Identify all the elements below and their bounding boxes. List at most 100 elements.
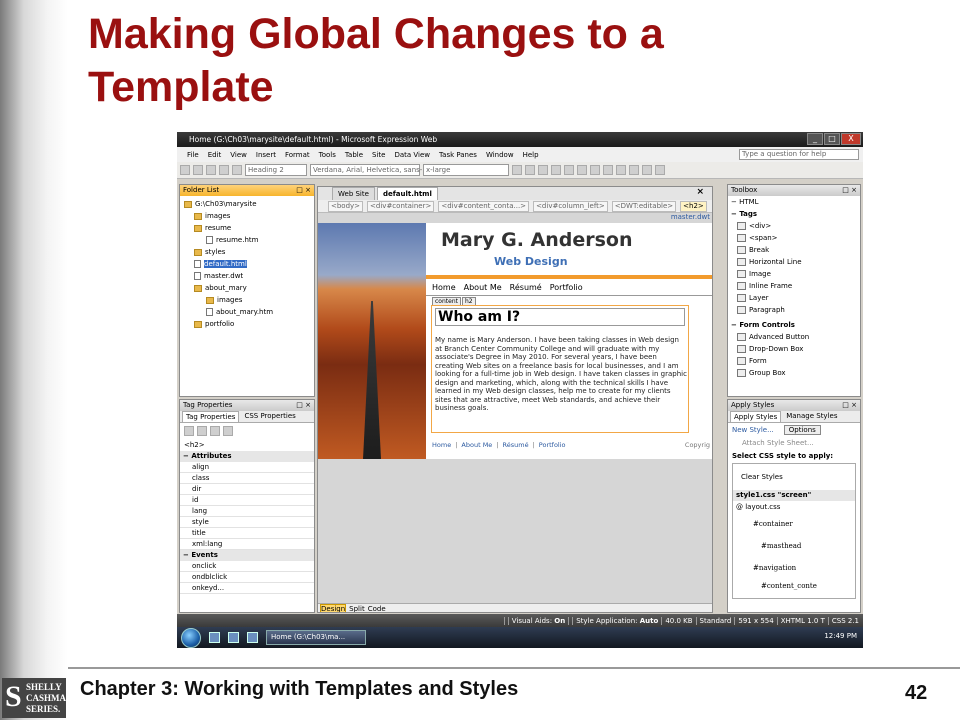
align-left-icon[interactable] <box>551 165 561 175</box>
menu-edit[interactable]: Edit <box>208 151 222 159</box>
footer-portfolio[interactable]: Portfolio <box>539 441 566 449</box>
attr-row[interactable]: class <box>180 473 314 484</box>
indent-icon[interactable] <box>616 165 626 175</box>
menu-table[interactable]: Table <box>345 151 363 159</box>
align-center-icon[interactable] <box>564 165 574 175</box>
tree-item-about-images[interactable]: images <box>184 294 314 306</box>
menu-help[interactable]: Help <box>523 151 539 159</box>
print-icon[interactable] <box>219 165 229 175</box>
tree-item-styles[interactable]: styles <box>184 246 314 258</box>
show-set-icon[interactable] <box>210 426 220 436</box>
layout-css-node[interactable]: @ layout.css <box>733 501 855 513</box>
tab-default-html[interactable]: default.html <box>376 187 438 200</box>
style-item[interactable]: #container <box>733 513 855 535</box>
toolbox-item[interactable]: <div> <box>731 220 860 232</box>
toolbox-item[interactable]: Group Box <box>731 367 860 379</box>
event-row[interactable]: onkeyd... <box>180 583 314 594</box>
nav-home[interactable]: Home <box>432 283 456 292</box>
taskbar-clock[interactable]: 12:49 PM <box>824 632 857 640</box>
nav-about[interactable]: About Me <box>464 283 502 292</box>
tab-apply-styles[interactable]: Apply Styles <box>730 411 782 422</box>
tree-item-images[interactable]: images <box>184 210 314 222</box>
nav-portfolio[interactable]: Portfolio <box>550 283 583 292</box>
style-combo[interactable]: Heading 2 <box>245 164 307 176</box>
toolbox-item[interactable]: Advanced Button <box>731 331 860 343</box>
crumb-h2[interactable]: <h2> <box>680 200 707 212</box>
tree-item-master-dwt[interactable]: master.dwt <box>184 270 314 282</box>
footer-home[interactable]: Home <box>432 441 451 449</box>
size-combo[interactable]: x-large <box>423 164 509 176</box>
minimize-button[interactable]: _ <box>807 133 823 145</box>
tab-manage-styles[interactable]: Manage Styles <box>783 411 840 422</box>
panel-close-icon[interactable]: □ × <box>842 185 857 196</box>
crumb-container[interactable]: <div#container> <box>367 200 435 212</box>
panel-close-icon[interactable]: □ × <box>296 400 311 411</box>
style-group-header[interactable]: style1.css "screen" <box>733 490 855 501</box>
menu-insert[interactable]: Insert <box>256 151 276 159</box>
tree-item-about-mary[interactable]: about_mary <box>184 282 314 294</box>
html-group[interactable]: − HTML <box>731 196 860 208</box>
open-icon[interactable] <box>193 165 203 175</box>
tree-item-resume[interactable]: resume <box>184 222 314 234</box>
toolbox-item[interactable]: Form <box>731 355 860 367</box>
font-color-icon[interactable] <box>655 165 665 175</box>
toolbox-item[interactable]: <span> <box>731 232 860 244</box>
panel-close-icon[interactable]: □ × <box>842 400 857 411</box>
start-button[interactable] <box>181 627 201 648</box>
tab-code-view[interactable]: Code <box>368 605 386 612</box>
nav-resume[interactable]: Résumé <box>510 283 542 292</box>
border-icon[interactable] <box>629 165 639 175</box>
crumb-column-left[interactable]: <div#column_left> <box>533 200 608 212</box>
categorized-icon[interactable] <box>184 426 194 436</box>
show-desktop-icon[interactable] <box>209 632 220 643</box>
maximize-button[interactable]: □ <box>824 133 840 145</box>
clear-styles-item[interactable]: Clear Styles <box>733 464 855 490</box>
toolbox-item[interactable]: Inline Frame <box>731 280 860 292</box>
menu-data-view[interactable]: Data View <box>394 151 430 159</box>
options-button[interactable]: Options <box>783 425 821 435</box>
attach-style-sheet-link[interactable]: Attach Style Sheet... <box>728 437 860 449</box>
tree-item-about-mary-htm[interactable]: about_mary.htm <box>184 306 314 318</box>
new-style-link[interactable]: New Style... <box>732 426 774 434</box>
css-version-status[interactable]: CSS 2.1 <box>827 616 859 625</box>
crumb-editable[interactable]: <DWT:editable> <box>611 200 677 212</box>
page-dimensions-status[interactable]: 591 x 554 <box>734 616 774 625</box>
tree-item-resume-htm[interactable]: resume.htm <box>184 234 314 246</box>
style-application-status[interactable]: Style Application: Auto <box>568 616 658 625</box>
tab-split-view[interactable]: Split <box>349 605 365 612</box>
align-right-icon[interactable] <box>577 165 587 175</box>
attr-row[interactable]: lang <box>180 506 314 517</box>
bold-icon[interactable] <box>512 165 522 175</box>
doctype-status[interactable]: XHTML 1.0 T <box>776 616 825 625</box>
tab-tag-properties[interactable]: Tag Properties <box>182 411 240 422</box>
crumb-body[interactable]: <body> <box>328 200 364 212</box>
bullets-icon[interactable] <box>590 165 600 175</box>
font-combo[interactable]: Verdana, Arial, Helvetica, sans- <box>310 164 422 176</box>
style-item[interactable]: #navigation <box>733 557 855 579</box>
toolbox-item[interactable]: Image <box>731 268 860 280</box>
save-icon[interactable] <box>206 165 216 175</box>
attributes-section[interactable]: − Attributes <box>180 451 314 462</box>
attr-row[interactable]: title <box>180 528 314 539</box>
template-label[interactable]: master.dwt <box>671 213 710 221</box>
new-page-icon[interactable] <box>180 165 190 175</box>
undo-icon[interactable] <box>232 165 242 175</box>
tab-design-view[interactable]: Design <box>320 604 347 612</box>
taskbar-button-expression-web[interactable]: Home (G:\Ch03\ma... <box>266 630 366 645</box>
menu-window[interactable]: Window <box>486 151 514 159</box>
crumb-content[interactable]: <div#content_conta...> <box>438 200 530 212</box>
menu-tools[interactable]: Tools <box>319 151 336 159</box>
content-heading[interactable]: Who am I? <box>435 308 685 326</box>
sort-icon[interactable] <box>197 426 207 436</box>
panel-close-icon[interactable]: □ × <box>296 185 311 196</box>
toolbox-item[interactable]: Drop-Down Box <box>731 343 860 355</box>
content-region[interactable]: Who am I? My name is Mary Anderson. I ha… <box>431 305 689 433</box>
internet-explorer-icon[interactable] <box>228 632 239 643</box>
tree-item-root[interactable]: G:\Ch03\marysite <box>184 198 314 210</box>
visual-aids-status[interactable]: Visual Aids: On <box>503 616 565 625</box>
tab-css-properties[interactable]: CSS Properties <box>241 411 298 422</box>
tree-item-portfolio[interactable]: portfolio <box>184 318 314 330</box>
toolbox-item[interactable]: Break <box>731 244 860 256</box>
attr-row[interactable]: xml:lang <box>180 539 314 550</box>
menu-view[interactable]: View <box>230 151 247 159</box>
